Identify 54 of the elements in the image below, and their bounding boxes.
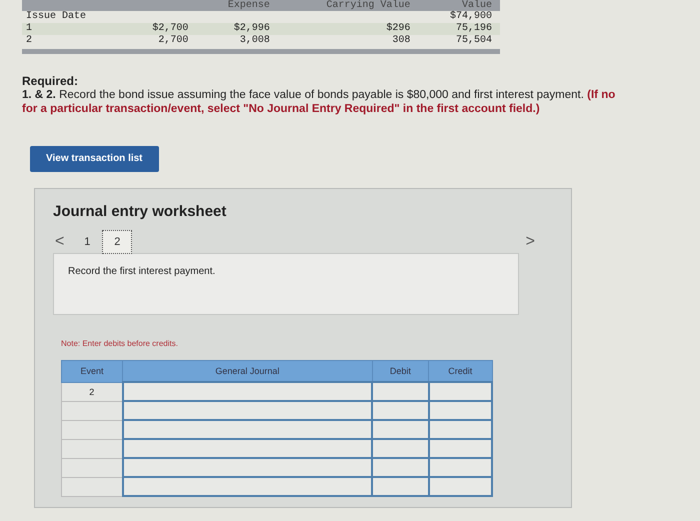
account-field[interactable] (122, 458, 372, 477)
table-cell: 2 (22, 35, 124, 47)
credit-field[interactable] (428, 477, 492, 496)
worksheet-title: Journal entry worksheet (53, 203, 228, 220)
column-header: General Journal (122, 360, 372, 382)
table-cell: 308 (278, 35, 418, 47)
account-field[interactable] (122, 382, 372, 401)
table-cell: 75,504 (418, 35, 500, 47)
note-text: Note: Enter debits before credits. (61, 339, 179, 348)
next-button[interactable]: > (524, 233, 543, 251)
debit-field[interactable] (372, 420, 429, 439)
table-cell: $2,700 (123, 23, 196, 35)
event-cell (62, 420, 123, 439)
event-cell (62, 477, 123, 496)
instruction-box: Record the first interest payment. (53, 253, 519, 315)
event-cell (62, 458, 123, 477)
table-cell: 3,008 (196, 35, 278, 47)
event-cell (62, 439, 123, 458)
page-tab[interactable]: 2 (102, 230, 132, 254)
requirement-text: 1. & 2. Record the bond issue assuming the face value of bonds payable is $80,000 and first interest payment. (If no (22, 88, 616, 102)
table-cell: 1 (22, 23, 124, 35)
debit-field[interactable] (372, 401, 429, 420)
credit-field[interactable] (428, 458, 492, 477)
event-cell: 2 (62, 382, 123, 401)
table-cell: Issue Date (22, 11, 124, 23)
table-cell: 75,196 (418, 23, 500, 35)
debit-field[interactable] (372, 477, 429, 496)
column-header: Event (62, 360, 123, 382)
table-cell: 2,700 (123, 35, 196, 47)
table-cell: $296 (278, 23, 418, 35)
event-cell (62, 401, 123, 420)
debit-field[interactable] (372, 458, 429, 477)
debit-field[interactable] (372, 439, 429, 458)
table-cell: $2,996 (196, 23, 278, 35)
credit-field[interactable] (428, 439, 492, 458)
account-field[interactable] (122, 420, 372, 439)
column-header: Credit (428, 360, 492, 382)
column-header: Debit (372, 360, 429, 382)
requirement-note: for a particular transaction/event, select "No Journal Entry Required" in the first account field.) (22, 102, 541, 116)
page-tab[interactable]: 1 (72, 230, 102, 254)
debit-field[interactable] (372, 382, 429, 401)
credit-field[interactable] (428, 420, 492, 439)
account-field[interactable] (122, 401, 372, 420)
required-heading: Required: (22, 74, 80, 88)
column-header: Expense (196, 0, 278, 11)
credit-field[interactable] (428, 382, 492, 401)
table-cell: $74,900 (418, 11, 500, 23)
previous-button[interactable]: < (53, 233, 72, 251)
column-header: Carrying Value (278, 0, 418, 11)
view-transaction-list-button[interactable]: View transaction list (30, 146, 159, 172)
column-header: Value (418, 0, 500, 11)
account-field[interactable] (122, 439, 372, 458)
account-field[interactable] (122, 477, 372, 496)
credit-field[interactable] (428, 401, 492, 420)
